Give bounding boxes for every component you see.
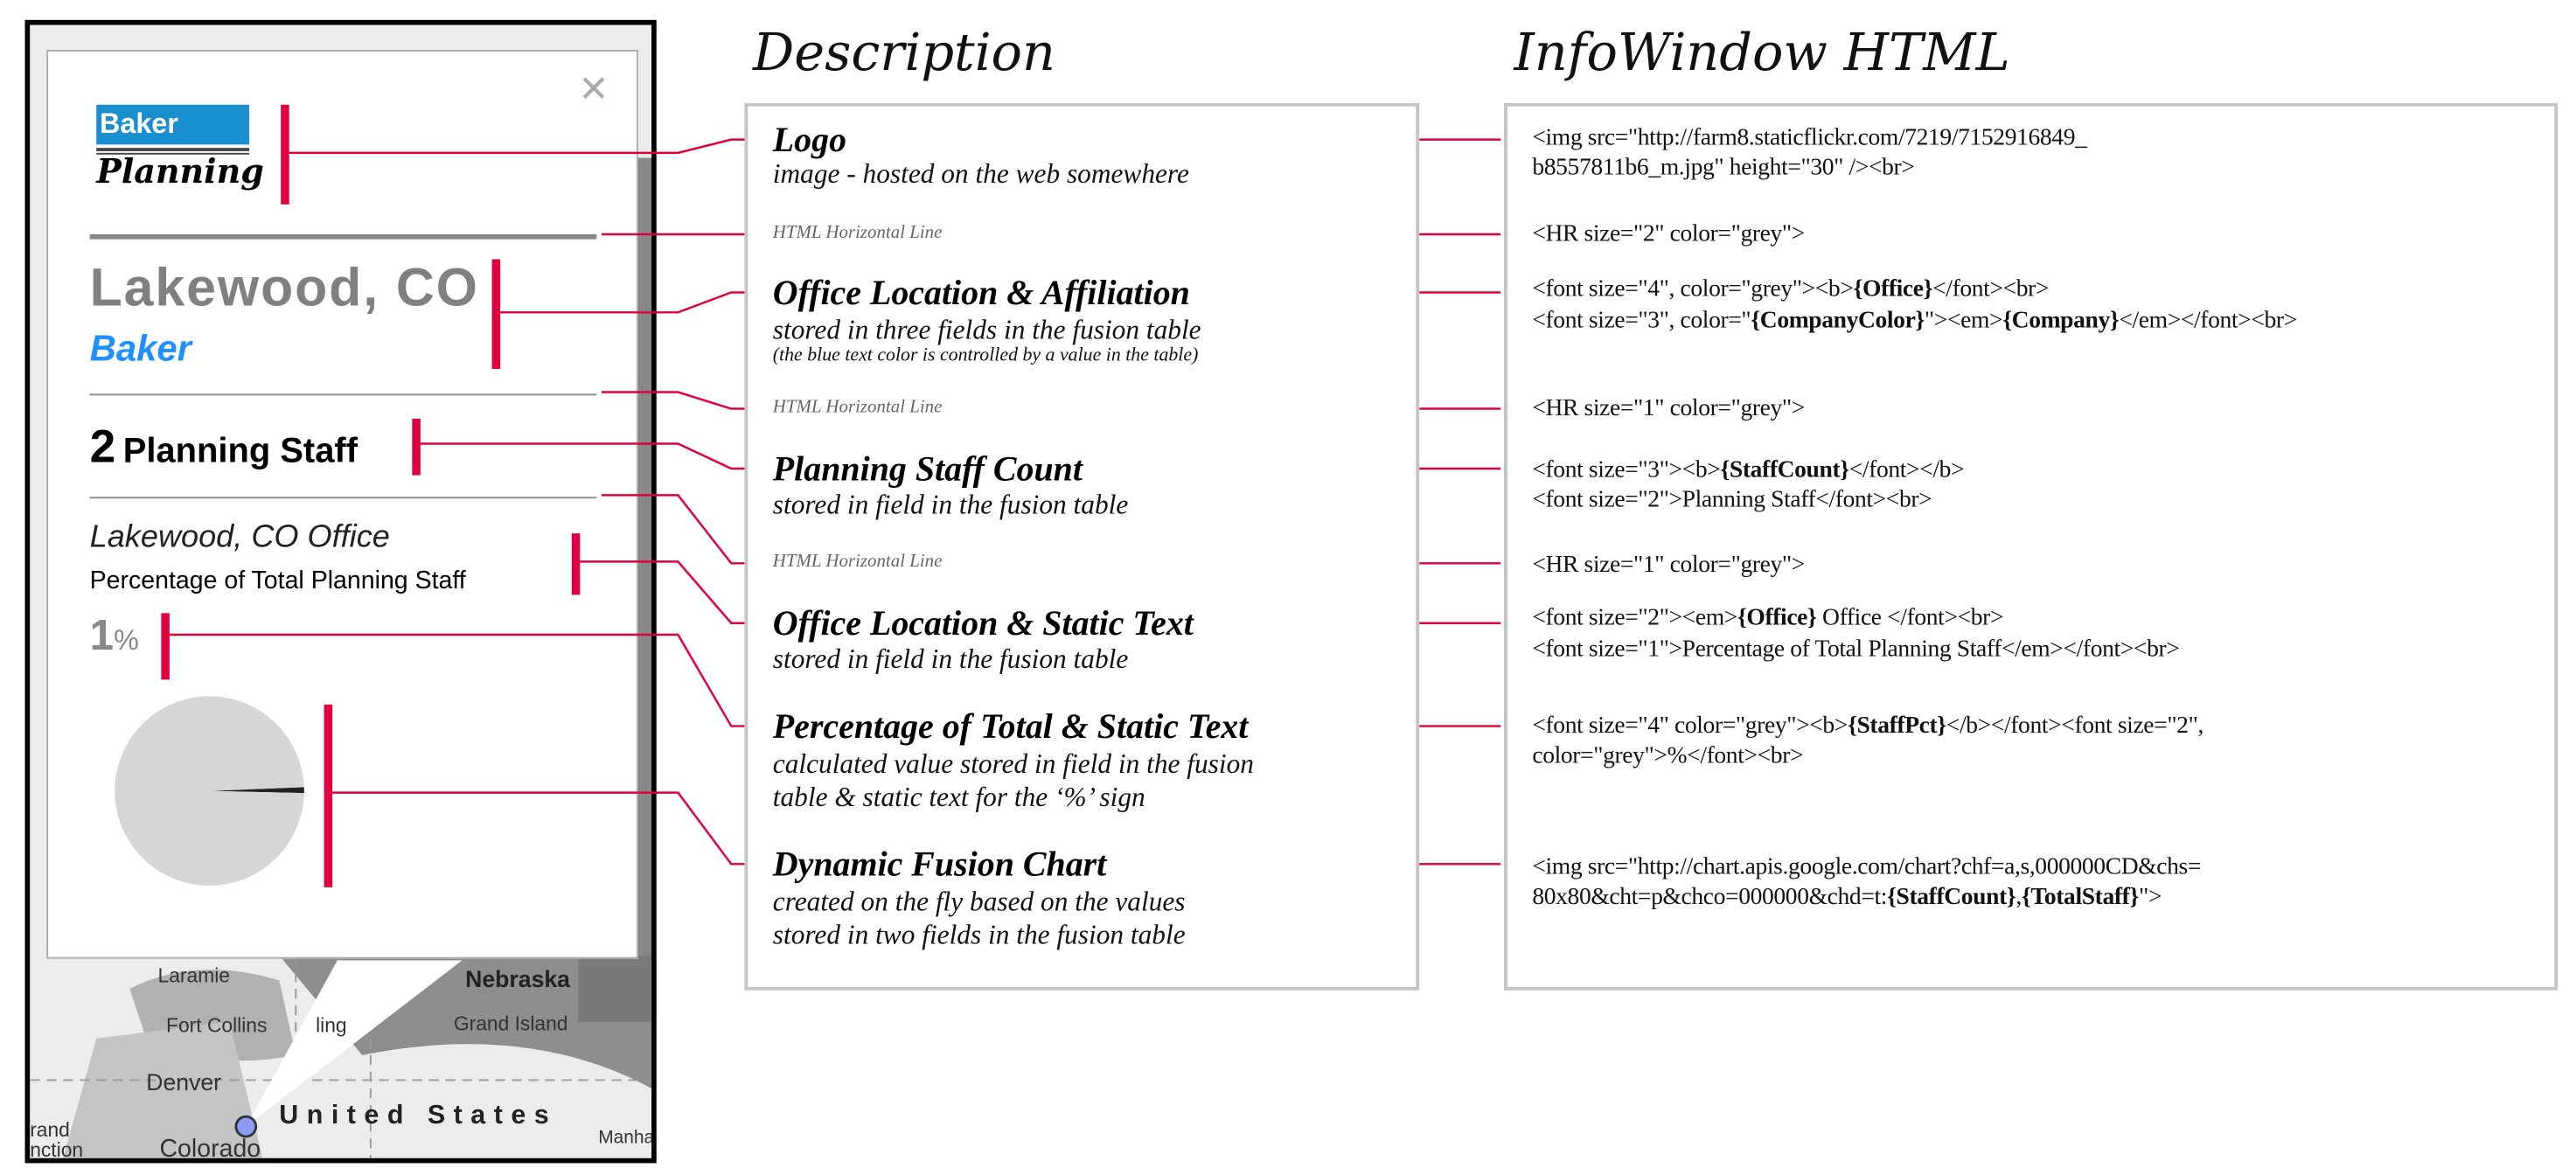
hr-label: HTML Horizontal Line (772, 222, 943, 243)
item-note: (the blue text color is controlled by a … (772, 345, 1199, 366)
item-text: stored in two fields in the fusion table (772, 919, 1186, 951)
code-line: <HR size="2" color="grey"> (1532, 220, 1805, 248)
code-line: 80x80&cht=p&chco=000000&chd=t:{StaffCoun… (1532, 884, 2162, 911)
hr-label: HTML Horizontal Line (772, 551, 943, 572)
item-heading: Logo (772, 119, 847, 160)
item-text: stored in field in the fusion table (772, 643, 1129, 675)
item-text: stored in field in the fusion table (772, 488, 1129, 520)
item-text: stored in three fields in the fusion tab… (772, 314, 1201, 346)
code-line: <font size="4", color="grey"><b>{Office}… (1532, 275, 2050, 302)
code-line: <font size="4" color="grey"><b>{StaffPct… (1532, 713, 2204, 740)
item-text: image - hosted on the web somewhere (772, 157, 1189, 190)
code-line: <font size="1">Percentage of Total Plann… (1532, 636, 2180, 664)
code-line: <font size="2"><em>{Office} Office </fon… (1532, 604, 2004, 632)
item-text: calculated value stored in field in the … (772, 747, 1254, 780)
item-heading: Office Location & Affiliation (772, 272, 1190, 313)
description-title: Description (752, 23, 1055, 84)
hr-label: HTML Horizontal Line (772, 397, 943, 418)
item-text: table & static text for the ‘%’ sign (772, 781, 1145, 813)
item-text: created on the fly based on the values (772, 886, 1186, 918)
code-line: <img src="http://farm8.staticflickr.com/… (1532, 124, 2087, 151)
diagram: Laramie Nebraska Fort Collins ling Grand… (0, 0, 2576, 1175)
item-heading: Planning Staff Count (772, 448, 1083, 489)
code-line: <font size="2">Planning Staff</font><br> (1532, 486, 1932, 514)
code-line: b8557811b6_m.jpg" height="30" /><br> (1532, 154, 1915, 182)
html-title: InfoWindow HTML (1514, 23, 2010, 84)
code-line: <img src="http://chart.apis.google.com/c… (1532, 853, 2202, 881)
item-heading: Percentage of Total & Static Text (772, 706, 1249, 747)
code-line: <HR size="1" color="grey"> (1532, 551, 1805, 579)
item-heading: Dynamic Fusion Chart (772, 844, 1107, 885)
code-line: <font size="3"><b>{StaffCount}</font></b… (1532, 456, 1965, 484)
item-heading: Office Location & Static Text (772, 602, 1194, 643)
code-line: <font size="3", color="{CompanyColor}"><… (1532, 307, 2297, 335)
code-line: color="grey">%</font><br> (1532, 742, 1804, 769)
code-line: <HR size="1" color="grey"> (1532, 395, 1805, 422)
